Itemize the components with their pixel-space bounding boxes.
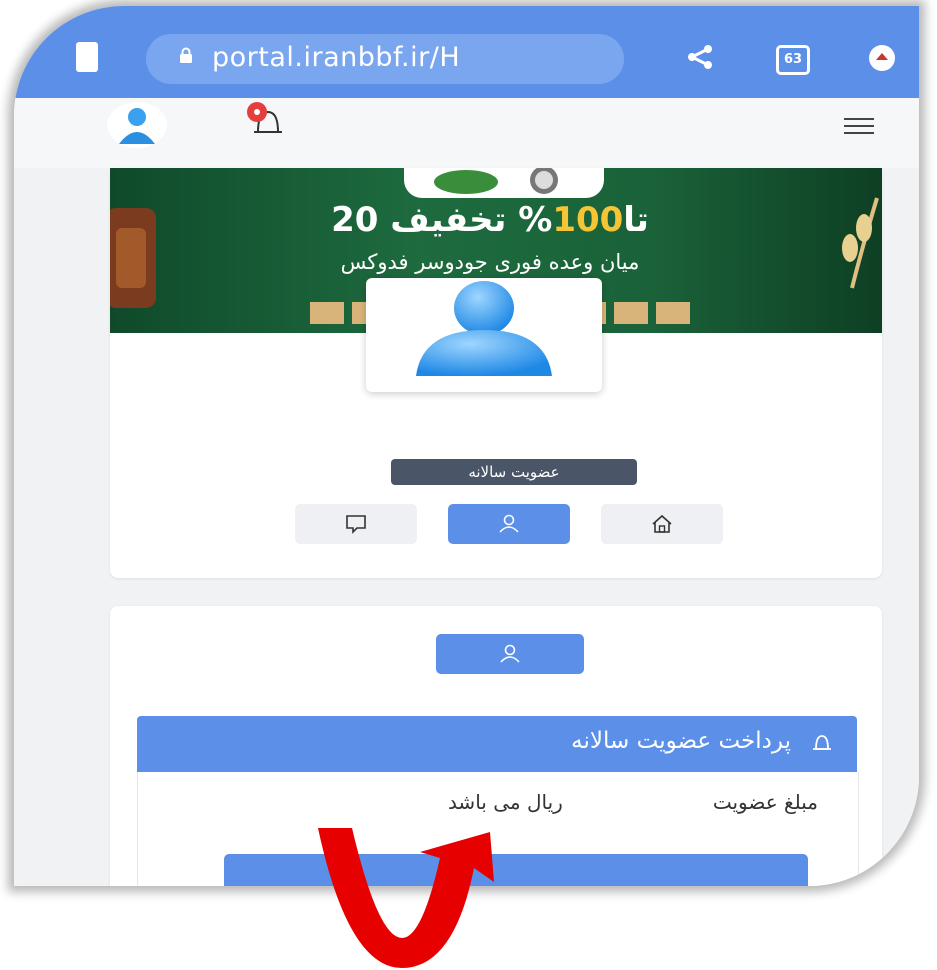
product-image-left bbox=[110, 208, 156, 308]
banner-title: 20 تا100% تخفیف bbox=[331, 200, 649, 240]
brand-logo bbox=[404, 168, 604, 198]
hamburger-menu-icon[interactable] bbox=[844, 116, 874, 136]
lock-icon bbox=[180, 47, 192, 63]
banner-subtitle: میان وعده فوری جودوسر فدوکس bbox=[340, 250, 640, 274]
tab-count-badge[interactable]: 63 bbox=[776, 45, 810, 75]
url-field[interactable]: portal.iranbbf.ir/H bbox=[146, 34, 624, 84]
payment-panel-title: پرداخت عضویت سالانه bbox=[571, 728, 791, 754]
avatar[interactable] bbox=[107, 102, 167, 148]
home-icon bbox=[652, 514, 672, 533]
oat-image-right bbox=[842, 197, 879, 289]
bell-icon[interactable] bbox=[240, 100, 284, 138]
messages-button[interactable] bbox=[295, 504, 417, 544]
menu-circle-icon[interactable] bbox=[868, 44, 896, 72]
user-icon bbox=[500, 644, 520, 663]
profile-picture[interactable] bbox=[366, 278, 602, 392]
payment-panel-header: پرداخت عضویت سالانه bbox=[137, 716, 857, 772]
screenshot-frame: portal.iranbbf.ir/H 63 20 تا100% تخفیف م… bbox=[14, 6, 919, 886]
bell-icon bbox=[813, 735, 831, 750]
browser-address-bar: portal.iranbbf.ir/H 63 bbox=[14, 6, 919, 98]
user-tab-button[interactable] bbox=[436, 634, 584, 674]
red-arrow-annotation bbox=[318, 828, 494, 968]
membership-amount-text: مبلغ عضویتریال می باشد bbox=[447, 790, 818, 814]
share-icon[interactable] bbox=[686, 44, 714, 70]
profile-button[interactable] bbox=[448, 504, 570, 544]
home-button[interactable] bbox=[601, 504, 723, 544]
membership-badge: عضویت سالانه bbox=[391, 459, 637, 485]
home-icon[interactable] bbox=[76, 42, 98, 72]
url-text: portal.iranbbf.ir/H bbox=[212, 42, 461, 73]
chat-icon bbox=[346, 515, 366, 534]
app-header bbox=[14, 98, 919, 168]
user-icon bbox=[499, 514, 519, 533]
